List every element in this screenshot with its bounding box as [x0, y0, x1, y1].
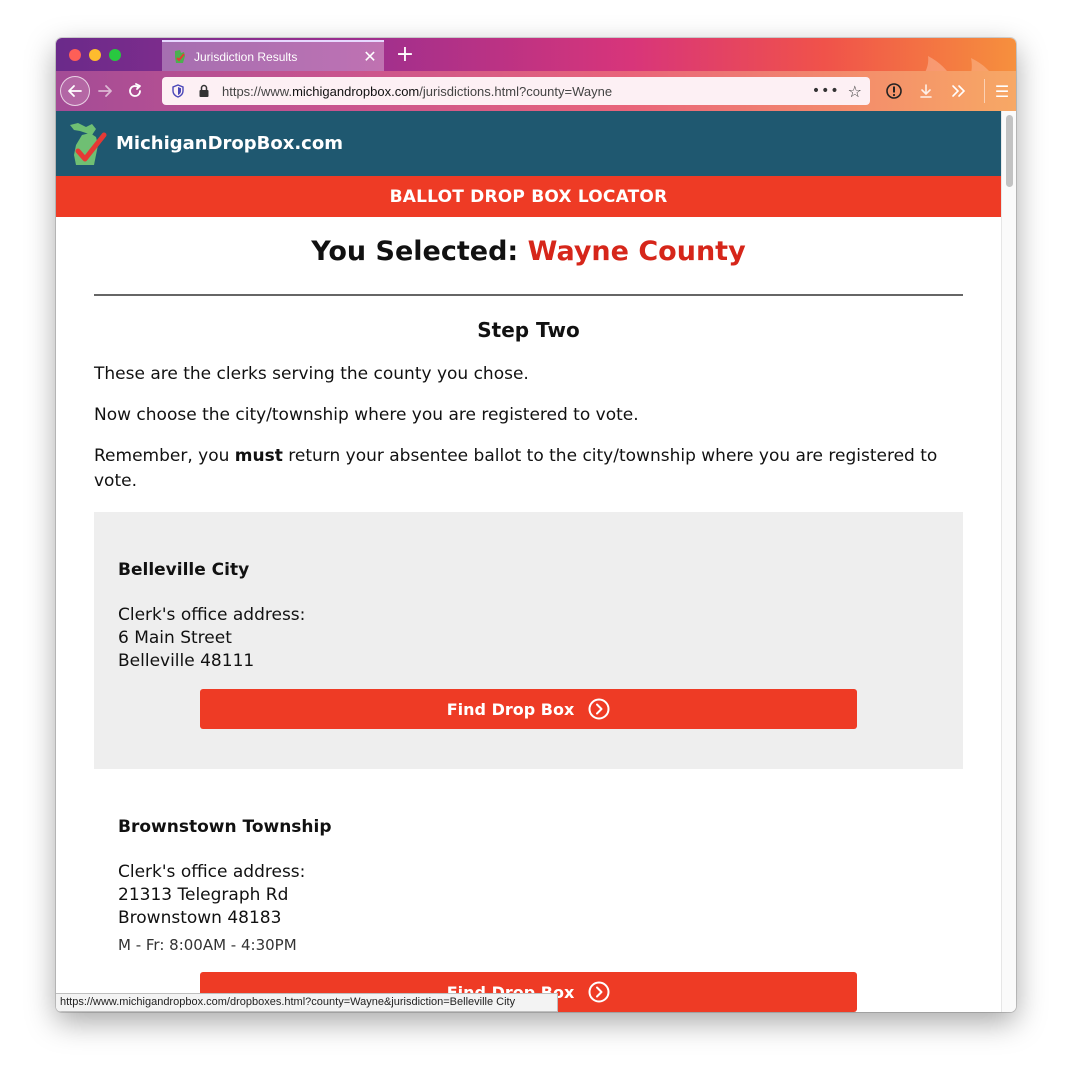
back-arrow-icon: [68, 85, 82, 97]
selected-prefix: You Selected:: [311, 236, 528, 267]
instruction-clerks: These are the clerks serving the county …: [94, 364, 529, 384]
url-path: /jurisdictions.html?county=Wayne: [419, 83, 613, 99]
overflow-chevrons-icon: [952, 85, 966, 97]
step-heading: Step Two: [477, 318, 580, 342]
instruction-remember: Remember, you must return your absentee …: [94, 444, 963, 494]
jurisdiction-card: Belleville City Clerk's office address: …: [94, 512, 963, 769]
back-button[interactable]: [60, 76, 90, 106]
instruction-choose: Now choose the city/township where you a…: [94, 405, 639, 425]
clerk-hours: M - Fr: 8:00AM - 4:30PM: [118, 936, 297, 954]
lock-icon[interactable]: [194, 81, 214, 101]
jurisdiction-name: Brownstown Township: [118, 817, 332, 837]
jurisdiction-card: Brownstown Township Clerk's office addre…: [94, 769, 963, 1012]
tab-bar: Jurisdiction Results ✕ +: [56, 38, 1016, 112]
new-tab-button[interactable]: +: [392, 41, 418, 69]
find-drop-box-button[interactable]: Find Drop Box: [200, 689, 857, 729]
overflow-button[interactable]: [942, 76, 974, 106]
clerk-street: 6 Main Street: [118, 628, 232, 648]
chevron-right-circle-icon: [588, 981, 610, 1003]
selected-county-heading: You Selected: Wayne County: [94, 235, 963, 269]
url-text[interactable]: https://www.michigandropbox.com/jurisdic…: [222, 84, 812, 99]
tab-title: Jurisdiction Results: [194, 49, 298, 64]
clerk-city: Brownstown 48183: [118, 908, 282, 928]
download-button[interactable]: [910, 76, 942, 106]
main-content: You Selected: Wayne County Step Two Thes…: [56, 235, 1001, 1012]
hamburger-menu-icon[interactable]: ☰: [988, 77, 1016, 105]
url-prefix: https://www.: [222, 83, 293, 99]
navigation-toolbar: https://www.michigandropbox.com/jurisdic…: [56, 71, 1016, 111]
browser-window: Jurisdiction Results ✕ + https://www.mic…: [56, 38, 1016, 1012]
status-bar-url: https://www.michigandropbox.com/dropboxe…: [56, 993, 558, 1012]
shield-icon[interactable]: [168, 81, 188, 101]
michigan-favicon-icon: [175, 49, 185, 63]
divider: [94, 294, 963, 296]
remember-must: must: [234, 446, 283, 466]
tab-close-icon[interactable]: ✕: [356, 47, 384, 66]
locator-banner: BALLOT DROP BOX LOCATOR: [56, 176, 1001, 217]
bookmark-star-icon[interactable]: ☆: [848, 82, 862, 101]
scrollbar-thumb[interactable]: [1006, 115, 1013, 187]
download-icon: [920, 84, 932, 98]
clerk-address-label: Clerk's office address:: [118, 862, 306, 882]
forward-arrow-icon: [98, 85, 112, 97]
chevron-right-circle-icon: [588, 698, 610, 720]
page-actions-icon[interactable]: •••: [812, 83, 840, 99]
toolbar-right: [878, 77, 974, 105]
reload-icon: [129, 83, 141, 97]
clerk-address-label: Clerk's office address:: [118, 605, 306, 625]
close-window-button[interactable]: [69, 49, 81, 61]
forward-button[interactable]: [90, 76, 120, 106]
remember-before: Remember, you: [94, 446, 235, 466]
find-drop-box-label: Find Drop Box: [446, 699, 575, 719]
tab-jurisdiction-results[interactable]: Jurisdiction Results ✕: [162, 40, 384, 71]
vertical-scrollbar[interactable]: [1001, 111, 1016, 1012]
url-host: michigandropbox.com: [292, 83, 420, 99]
jurisdiction-name: Belleville City: [118, 560, 250, 580]
zoom-window-button[interactable]: [109, 49, 121, 61]
site-header: MichiganDropBox.com: [56, 111, 1001, 176]
clerk-street: 21313 Telegraph Rd: [118, 885, 289, 905]
toolbar-separator: [984, 79, 985, 103]
selected-county: Wayne County: [527, 236, 746, 267]
reload-button[interactable]: [120, 76, 150, 106]
clerk-city: Belleville 48111: [118, 651, 255, 671]
michigan-logo-icon[interactable]: [66, 121, 110, 167]
site-name[interactable]: MichiganDropBox.com: [116, 133, 343, 154]
url-bar[interactable]: https://www.michigandropbox.com/jurisdic…: [162, 77, 870, 105]
info-icon: [886, 83, 902, 99]
minimize-window-button[interactable]: [89, 49, 101, 61]
page-viewport: MichiganDropBox.com BALLOT DROP BOX LOCA…: [56, 111, 1001, 1012]
info-button[interactable]: [878, 76, 910, 106]
